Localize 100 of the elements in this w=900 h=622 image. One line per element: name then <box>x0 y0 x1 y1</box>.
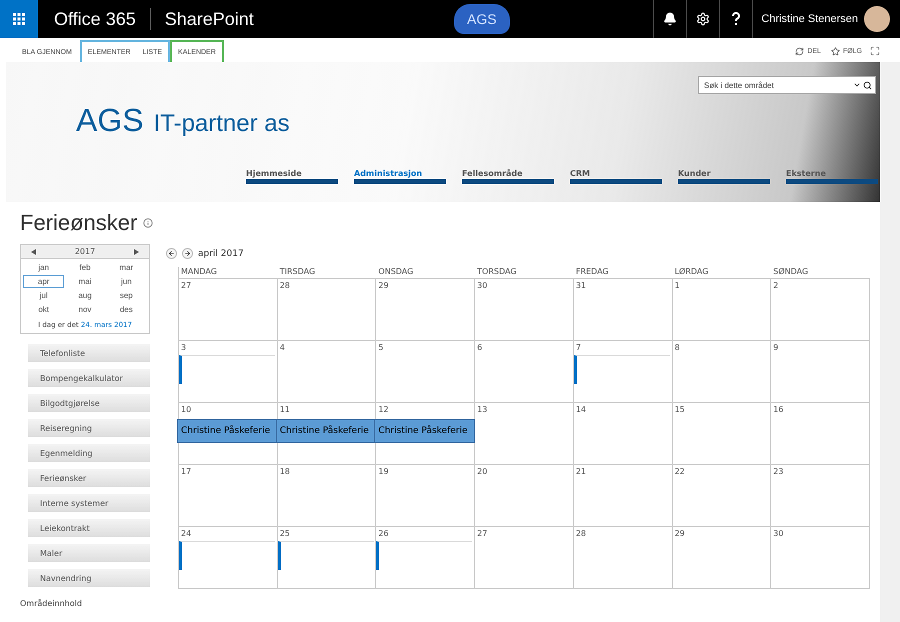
day-cell[interactable]: 5 <box>376 341 476 403</box>
day-cell[interactable]: 9 <box>771 341 870 403</box>
day-cell[interactable]: 27 <box>475 527 574 589</box>
quick-launch-link[interactable]: Ferieønsker <box>28 469 150 487</box>
right-arrow-icon <box>184 250 191 257</box>
day-cell[interactable]: 2 <box>771 279 870 341</box>
quick-launch-link[interactable]: Bilgodtgjørelse <box>28 394 150 412</box>
day-cell[interactable]: 31 <box>574 279 673 341</box>
previous-month-button[interactable] <box>166 248 177 259</box>
day-cell[interactable]: 4 <box>278 341 376 403</box>
quick-launch-link[interactable]: Egenmelding <box>28 444 150 462</box>
day-number: 29 <box>674 529 686 538</box>
day-cell[interactable]: 21 <box>574 465 673 527</box>
day-cell[interactable]: 13 <box>475 403 574 465</box>
next-month-button[interactable] <box>182 248 193 259</box>
day-cell[interactable]: 30 <box>475 279 574 341</box>
year-label: 2017 <box>74 247 96 256</box>
search-box[interactable]: Søk i dette området <box>698 76 876 94</box>
day-cell[interactable]: 14 <box>574 403 673 465</box>
day-cell[interactable]: 17 <box>179 465 278 527</box>
avatar[interactable] <box>864 6 890 32</box>
site-name[interactable]: IT-partner as <box>154 110 290 138</box>
weekday-header: FREDAG <box>574 267 673 279</box>
calendar-event[interactable]: Christine Påskeferie <box>276 419 376 443</box>
quick-launch-link[interactable]: Navnendring <box>28 569 150 587</box>
day-number: 22 <box>674 467 686 476</box>
day-cell[interactable]: 26 <box>376 527 476 589</box>
day-number: 13 <box>476 405 488 414</box>
day-cell[interactable]: 1 <box>672 279 772 341</box>
day-number: 20 <box>476 467 488 476</box>
day-cell[interactable]: 28 <box>574 527 673 589</box>
day-number: 10 <box>180 405 192 414</box>
app-launcher-button[interactable] <box>0 0 38 38</box>
day-number: 28 <box>278 281 291 290</box>
top-nav-link[interactable]: Fellesområde <box>462 169 554 184</box>
day-number: 14 <box>574 405 588 414</box>
event-marker[interactable] <box>278 541 374 570</box>
site-contents-link[interactable]: Områdeinnhold <box>20 599 150 608</box>
day-number: 27 <box>476 529 488 538</box>
top-nav-link[interactable]: Kunder <box>678 169 770 184</box>
quick-launch-link[interactable]: Telefonliste <box>28 344 150 362</box>
next-year-icon[interactable] <box>134 248 139 254</box>
scrollbar[interactable] <box>880 62 900 622</box>
app-name[interactable]: SharePoint <box>150 8 254 30</box>
page-title: Ferieønsker <box>20 210 138 236</box>
weekday-header: SØNDAG <box>771 267 870 279</box>
quick-launch-link[interactable]: Bompengekalkulator <box>28 369 150 387</box>
day-cell[interactable]: 29 <box>672 527 772 589</box>
calendar-event[interactable]: Christine Påskeferie <box>374 419 476 443</box>
top-nav-link[interactable]: CRM <box>570 169 662 184</box>
focus-icon[interactable] <box>870 46 880 56</box>
month-option[interactable]: apr <box>23 275 64 288</box>
day-number: 21 <box>574 467 588 476</box>
day-cell[interactable]: 16 <box>771 403 870 465</box>
site-logo[interactable]: AGS <box>76 102 144 139</box>
top-nav-link[interactable]: Administrasjon <box>354 169 446 184</box>
event-marker[interactable] <box>179 541 275 570</box>
event-marker[interactable] <box>376 541 472 570</box>
day-cell[interactable]: 18 <box>278 465 376 527</box>
day-number: 23 <box>772 467 784 476</box>
search-icon <box>863 80 872 90</box>
day-cell[interactable]: 20 <box>475 465 574 527</box>
day-number: 4 <box>278 343 286 352</box>
weekday-header: ONSDAG <box>376 267 476 279</box>
day-cell[interactable]: 8 <box>672 341 772 403</box>
info-icon[interactable] <box>143 218 154 228</box>
event-marker[interactable] <box>179 355 275 384</box>
day-cell[interactable]: 25 <box>278 527 376 589</box>
top-nav-link[interactable]: Hjemmeside <box>246 169 338 184</box>
weekday-header: LØRDAG <box>672 267 772 279</box>
day-number: 18 <box>278 467 291 476</box>
day-cell[interactable]: 22 <box>672 465 772 527</box>
quick-launch-link[interactable]: Leiekontrakt <box>28 519 150 537</box>
day-cell[interactable]: 27 <box>179 279 278 341</box>
day-cell[interactable]: 24 <box>179 527 278 589</box>
quick-launch-link[interactable]: Reiseregning <box>28 419 150 437</box>
previous-year-icon[interactable] <box>31 248 36 254</box>
day-cell[interactable]: 3 <box>179 341 278 403</box>
day-cell[interactable]: 7 <box>574 341 673 403</box>
day-number: 30 <box>772 529 784 538</box>
calendar-event[interactable]: Christine Påskeferie <box>177 419 278 443</box>
day-number: 1 <box>674 281 681 290</box>
day-cell[interactable]: 11 Christine Påskeferie <box>278 403 376 465</box>
day-cell[interactable]: 12 Christine Påskeferie <box>376 403 476 465</box>
day-cell[interactable]: 29 <box>376 279 476 341</box>
day-number: 5 <box>377 343 385 352</box>
day-number: 12 <box>377 405 390 414</box>
day-cell[interactable]: 15 <box>672 403 772 465</box>
day-cell[interactable]: 28 <box>278 279 376 341</box>
quick-launch-link[interactable]: Interne systemer <box>28 494 150 512</box>
day-cell[interactable]: 6 <box>475 341 574 403</box>
brand-name[interactable]: Office 365 <box>38 8 151 30</box>
event-marker[interactable] <box>574 355 670 384</box>
settings-icon <box>696 12 710 26</box>
day-cell[interactable]: 10 Christine Påskeferie <box>179 403 278 465</box>
sync-icon <box>795 46 804 56</box>
day-cell[interactable]: 19 <box>376 465 476 527</box>
day-cell[interactable]: 23 <box>771 465 870 527</box>
day-cell[interactable]: 30 <box>771 527 870 589</box>
quick-launch-link[interactable]: Maler <box>28 544 150 562</box>
